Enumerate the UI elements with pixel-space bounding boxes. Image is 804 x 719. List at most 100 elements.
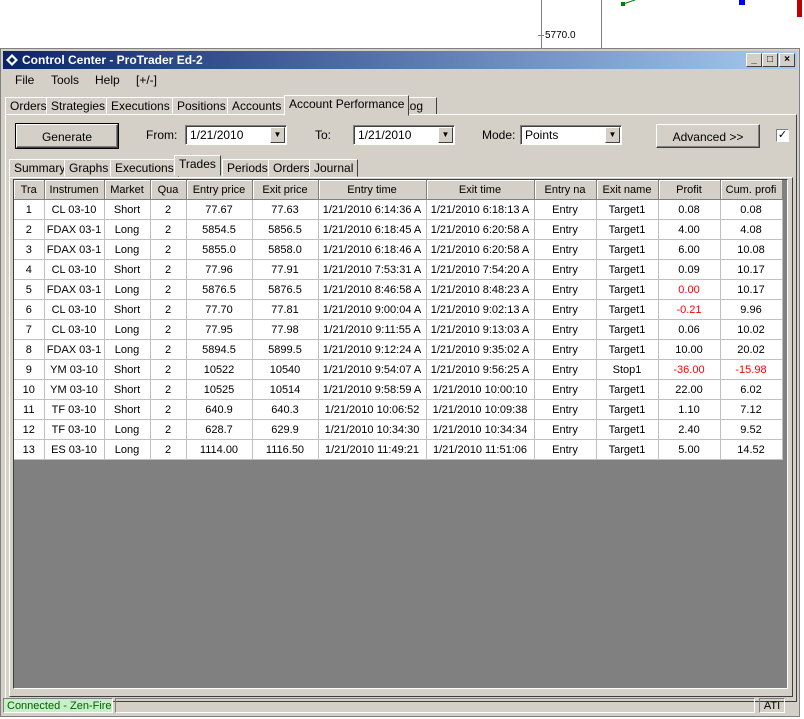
title-bar[interactable]: Control Center - ProTrader Ed-2 _ □ ×: [3, 51, 797, 69]
table-cell: 0.00: [658, 279, 721, 300]
table-cell: Target1: [596, 419, 659, 440]
table-cell: 1/21/2010 9:00:04 A: [318, 299, 427, 320]
table-cell: Target1: [596, 319, 659, 340]
table-row[interactable]: 3 FDAX 03-1 Long 2 5855.0 5858.0 1/21/2010 6:1…: [14, 239, 783, 260]
status-panel: [115, 698, 755, 713]
table-row[interactable]: 9 YM 03-10 Short 2 10522 10540 1/21/2010 9:54:…: [14, 359, 783, 380]
table-row[interactable]: 6 CL 03-10 Short 2 77.70 77.81 1/21/2010 9:00:…: [14, 299, 783, 320]
table-cell: 4: [14, 259, 45, 280]
table-cell: 77.63: [252, 199, 319, 220]
column-header[interactable]: Exit price: [252, 180, 319, 200]
minimize-button[interactable]: _: [746, 53, 762, 67]
table-row[interactable]: 8 FDAX 03-1 Long 2 5894.5 5899.5 1/21/2010 9:1…: [14, 339, 783, 360]
table-cell: 1/21/2010 9:56:25 A: [426, 359, 535, 380]
trades-grid[interactable]: Tra Instrumen Market Qua Entry price Exit pri…: [13, 179, 788, 689]
column-header[interactable]: Profit: [658, 180, 721, 200]
table-cell: YM 03-10: [44, 359, 105, 380]
column-header[interactable]: Cum. profi: [720, 180, 783, 200]
table-row[interactable]: 1 CL 03-10 Short 2 77.67 77.63 1/21/2010 6:14:…: [14, 199, 783, 220]
trades-table: Tra Instrumen Market Qua Entry price Exit pri…: [14, 180, 783, 460]
table-cell: Entry: [534, 279, 597, 300]
column-header[interactable]: Qua: [150, 180, 187, 200]
table-cell: 1114.00: [186, 439, 253, 460]
tab-graphs[interactable]: Graphs: [64, 159, 114, 177]
to-date-picker[interactable]: 1/21/2010 ▼: [353, 125, 455, 145]
table-cell: 1/21/2010 10:00:10: [426, 379, 535, 400]
table-cell: Target1: [596, 239, 659, 260]
column-header[interactable]: Entry time: [318, 180, 427, 200]
table-cell: 8: [14, 339, 45, 360]
table-row[interactable]: 10 YM 03-10 Short 2 10525 10514 1/21/2010 9:58…: [14, 379, 783, 400]
chart-divider: [601, 0, 602, 48]
tab-orders[interactable]: Orders: [5, 97, 52, 115]
table-cell: 10.00: [658, 339, 721, 360]
chart-axis-line: [541, 0, 542, 48]
ati-status: ATI: [759, 698, 785, 713]
tab-summary[interactable]: Summary: [9, 159, 71, 177]
table-cell: 5854.5: [186, 219, 253, 240]
table-cell: 13: [14, 439, 45, 460]
maximize-button[interactable]: □: [762, 53, 778, 67]
table-cell: 77.95: [186, 319, 253, 340]
table-row[interactable]: 5 FDAX 03-1 Long 2 5876.5 5876.5 1/21/2010 8:4…: [14, 279, 783, 300]
tab-journal[interactable]: Journal: [309, 159, 359, 177]
menu-file[interactable]: File: [15, 73, 34, 87]
table-cell: 2: [150, 239, 187, 260]
column-header[interactable]: Entry price: [186, 180, 253, 200]
generate-button[interactable]: Generate: [15, 123, 119, 149]
column-header[interactable]: Exit time: [426, 180, 535, 200]
column-header[interactable]: Tra: [14, 180, 45, 200]
table-cell: 6.00: [658, 239, 721, 260]
mode-select[interactable]: Points ▼: [520, 125, 622, 145]
table-row[interactable]: 12 TF 03-10 Long 2 628.7 629.9 1/21/2010 10:34…: [14, 419, 783, 440]
tab-executions[interactable]: Executions: [110, 159, 179, 177]
table-cell: 6: [14, 299, 45, 320]
from-date-picker[interactable]: 1/21/2010 ▼: [185, 125, 287, 145]
table-cell: 1/21/2010 6:14:36 A: [318, 199, 427, 220]
table-cell: 2: [150, 399, 187, 420]
table-row[interactable]: 2 FDAX 03-1 Long 2 5854.5 5856.5 1/21/2010 6:1…: [14, 219, 783, 240]
table-cell: 1/21/2010 8:48:23 A: [426, 279, 535, 300]
tab-executions[interactable]: Executions: [106, 97, 175, 115]
column-header[interactable]: Instrumen: [44, 180, 105, 200]
table-cell: Short: [104, 259, 151, 280]
table-row[interactable]: 13 ES 03-10 Long 2 1114.00 1116.50 1/21/2010 1…: [14, 439, 783, 460]
table-cell: 5894.5: [186, 339, 253, 360]
table-cell: 9.96: [720, 299, 783, 320]
tab-strategies[interactable]: Strategies: [46, 97, 111, 115]
column-header[interactable]: Exit name: [596, 180, 659, 200]
tab-positions[interactable]: Positions: [172, 97, 231, 115]
advanced-button[interactable]: Advanced >>: [656, 124, 760, 148]
table-cell: Short: [104, 299, 151, 320]
tab-trades[interactable]: Trades: [174, 155, 221, 176]
tab-account-performance[interactable]: Account Performance: [284, 95, 410, 116]
table-row[interactable]: 4 CL 03-10 Short 2 77.96 77.91 1/21/2010 7:53:…: [14, 259, 783, 280]
table-cell: 1: [14, 199, 45, 220]
table-cell: 5876.5: [252, 279, 319, 300]
chevron-down-icon[interactable]: ▼: [438, 127, 453, 143]
table-cell: Long: [104, 239, 151, 260]
table-row[interactable]: 11 TF 03-10 Short 2 640.9 640.3 1/21/2010 10:0…: [14, 399, 783, 420]
menu-toggle[interactable]: [+/-]: [136, 73, 157, 87]
column-header[interactable]: Market: [104, 180, 151, 200]
table-cell: ES 03-10: [44, 439, 105, 460]
chevron-down-icon[interactable]: ▼: [270, 127, 285, 143]
table-cell: Entry: [534, 399, 597, 420]
option-checkbox[interactable]: ✓: [776, 129, 789, 142]
chevron-down-icon[interactable]: ▼: [605, 127, 620, 143]
tab-accounts[interactable]: Accounts: [227, 97, 287, 115]
table-cell: Entry: [534, 379, 597, 400]
menu-help[interactable]: Help: [95, 73, 120, 87]
table-row[interactable]: 7 CL 03-10 Long 2 77.95 77.98 1/21/2010 9:11:5…: [14, 319, 783, 340]
tab-orders[interactable]: Orders: [268, 159, 315, 177]
close-button[interactable]: ×: [779, 53, 795, 67]
table-cell: 1/21/2010 10:34:30: [318, 419, 427, 440]
menu-tools[interactable]: Tools: [51, 73, 79, 87]
from-date-value: 1/21/2010: [190, 128, 244, 142]
table-cell: Entry: [534, 339, 597, 360]
tab-periods[interactable]: Periods: [222, 159, 273, 177]
table-cell: Long: [104, 439, 151, 460]
table-cell: 1/21/2010 9:35:02 A: [426, 339, 535, 360]
column-header[interactable]: Entry na: [534, 180, 597, 200]
table-cell: 0.06: [658, 319, 721, 340]
